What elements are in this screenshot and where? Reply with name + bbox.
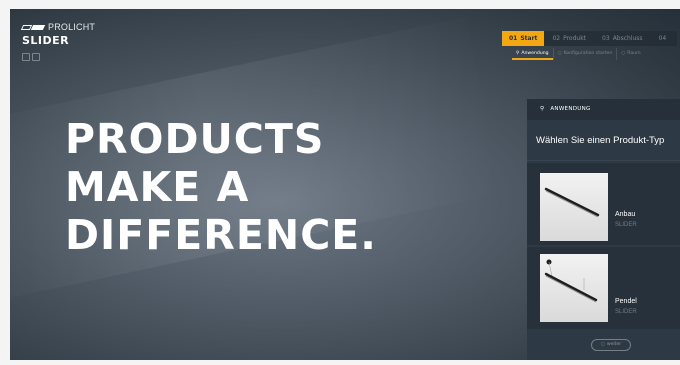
subtab-anwendung[interactable]: ⚲ Anwendung: [512, 48, 553, 60]
next-button-label: weiter: [606, 342, 622, 347]
step-tabs: 01 Start 02 Produkt 03 Abschluss 04: [502, 31, 678, 46]
subtab-konfiguration[interactable]: ○ Konfiguration starten: [552, 48, 617, 60]
tab-start[interactable]: 01 Start: [502, 31, 545, 46]
arrow-right-icon: ○: [600, 342, 605, 347]
product-option-pendel[interactable]: Pendel SLIDER: [527, 247, 680, 329]
product-image: [540, 254, 608, 322]
product-line: SLIDER: [615, 309, 637, 315]
panel-title: Wählen Sie einen Produkt-Typ: [527, 120, 680, 161]
panel-header-label: ANWENDUNG: [550, 106, 591, 112]
subtab-raum[interactable]: ○ Raum: [616, 48, 644, 60]
tab-number: 04: [658, 35, 667, 42]
tab-step-4[interactable]: 04: [650, 31, 678, 46]
headline-line-2: MAKE A: [65, 163, 250, 211]
circle-icon: ○: [621, 51, 626, 56]
brand-mark-icon: [20, 24, 46, 30]
tab-label: Start: [520, 35, 538, 42]
product-option-anbau[interactable]: Anbau SLIDER: [527, 163, 680, 245]
product-image: [540, 173, 608, 241]
tab-number: 01: [509, 35, 518, 42]
product-name: SLIDER: [22, 34, 70, 47]
restore-icon[interactable]: [32, 53, 40, 61]
product-name: Pendel: [615, 298, 637, 305]
minimize-icon[interactable]: [22, 53, 30, 61]
brand-name: PROLICHT: [48, 22, 96, 32]
subtab-label: Anwendung: [521, 51, 549, 56]
circle-icon: ○: [557, 51, 562, 56]
tab-number: 02: [552, 35, 561, 42]
subtab-label: Raum: [627, 51, 641, 56]
next-button[interactable]: ○ weiter: [591, 339, 631, 351]
hero-headline: PRODUCTS MAKE A DIFFERENCE.: [65, 115, 377, 259]
subtab-label: Konfiguration starten: [563, 51, 613, 56]
headline-line-1: PRODUCTS: [65, 115, 325, 163]
lightbulb-icon: ⚲: [540, 106, 545, 112]
tab-label: Produkt: [563, 35, 587, 42]
tab-label: Abschluss: [612, 35, 643, 42]
application-panel: ⚲ ANWENDUNG Wählen Sie einen Produkt-Typ …: [527, 99, 680, 360]
lightbulb-icon: ⚲: [516, 51, 520, 56]
headline-line-3: DIFFERENCE.: [65, 211, 377, 259]
app-viewport: PROLICHT SLIDER PRODUCTS MAKE A DIFFEREN…: [10, 9, 680, 360]
tab-produkt[interactable]: 02 Produkt: [544, 31, 595, 46]
product-name: Anbau: [615, 211, 636, 218]
tab-abschluss[interactable]: 03 Abschluss: [594, 31, 651, 46]
tab-number: 03: [602, 35, 610, 42]
window-controls: [22, 53, 95, 61]
sub-steps: ⚲ Anwendung ○ Konfiguration starten ○ Raum: [512, 48, 645, 60]
panel-header: ⚲ ANWENDUNG: [527, 99, 680, 120]
product-line: SLIDER: [615, 222, 637, 228]
logo[interactable]: PROLICHT SLIDER: [20, 21, 96, 61]
